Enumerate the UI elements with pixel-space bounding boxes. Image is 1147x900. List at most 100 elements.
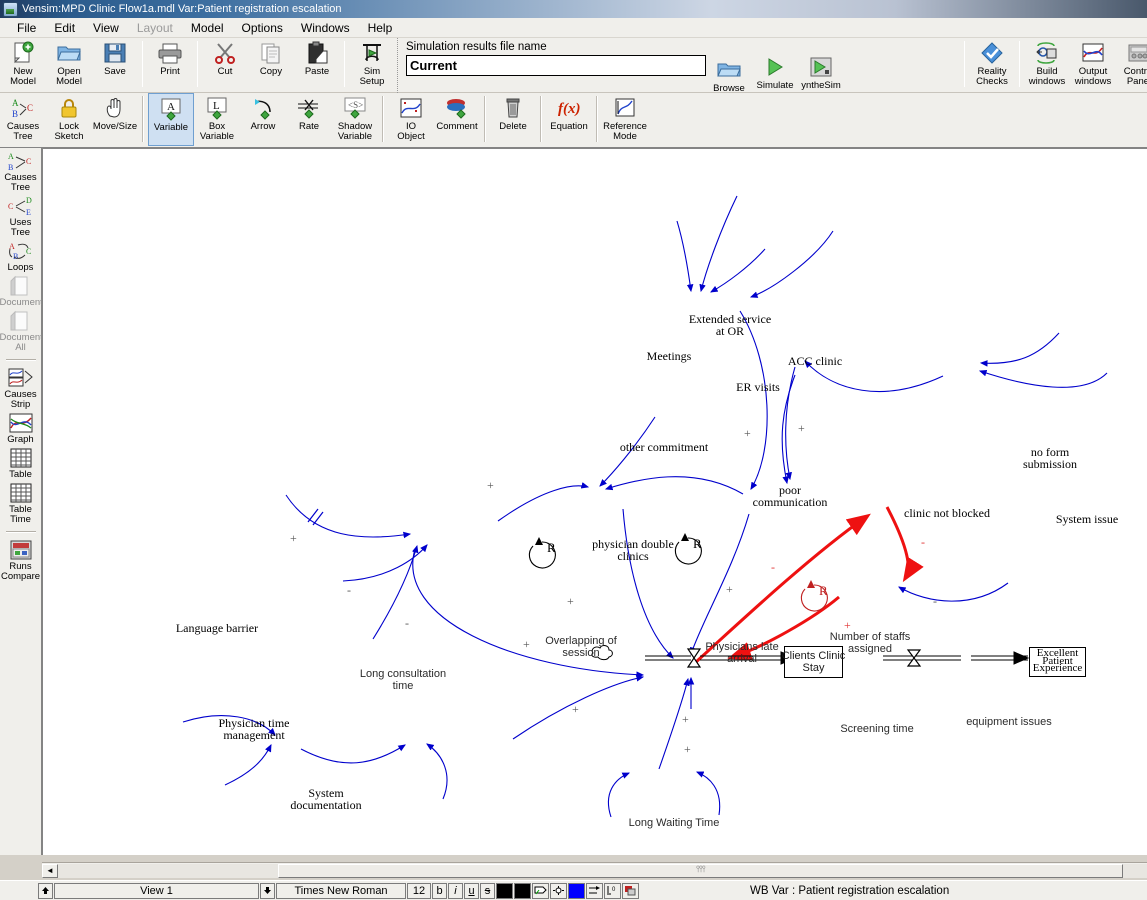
reality-checks-label-1: Reality — [977, 67, 1007, 77]
menu-layout: Layout — [136, 20, 173, 35]
io-object-label-2: Object — [397, 131, 425, 141]
variable-tool-button[interactable]: A Variable — [148, 93, 194, 146]
fx-icon: f(x) — [555, 95, 583, 121]
horizontal-scrollbar[interactable]: ◄ — [42, 862, 1147, 878]
control-panel-icon — [1125, 40, 1147, 66]
lock-sketch-label-2: Sketch — [54, 131, 84, 141]
sidebar-uses-tree-label-1: Uses — [9, 218, 32, 228]
sketch-canvas[interactable]: Extended service at OR Meetings ACC clin… — [42, 148, 1147, 855]
move-size-button[interactable]: Move/Size — [92, 93, 138, 146]
font-size-selector[interactable]: 12 — [407, 882, 431, 899]
arrow-tool-button[interactable]: Arrow — [240, 93, 286, 146]
bold-toggle[interactable]: b — [432, 882, 447, 899]
box-variable-button[interactable]: L Box Variable — [194, 93, 240, 146]
sidebar-item-uses-tree[interactable]: C DE Uses Tree — [0, 194, 42, 238]
sidebar-item-document-all[interactable]: Document All — [0, 309, 42, 353]
lock-sketch-label-1: Lock — [58, 122, 80, 132]
sidebar-document-all-label-1: Document — [0, 333, 42, 343]
loops-icon: ACB — [6, 239, 36, 263]
loop-marker-r1[interactable]: R — [530, 534, 562, 566]
lock-sketch-button[interactable]: Lock Sketch — [46, 93, 92, 146]
simulation-results-input[interactable] — [406, 55, 706, 76]
shadow-variable-button[interactable]: <S> Shadow Variable — [332, 93, 378, 146]
arrow-style-button[interactable] — [550, 882, 567, 899]
sidebar-item-table[interactable]: Table — [0, 446, 42, 480]
graph-icon — [6, 411, 36, 435]
control-panel-button[interactable]: Control Panel — [1116, 38, 1147, 91]
copy-button[interactable]: Copy — [248, 38, 294, 91]
output-windows-button[interactable]: Output windows — [1070, 38, 1116, 91]
sidebar-item-loops[interactable]: ACB Loops — [0, 239, 42, 273]
menu-view[interactable]: View — [84, 19, 128, 37]
strikethrough-toggle[interactable]: s — [480, 882, 495, 899]
sketch-levels-button[interactable] — [622, 882, 639, 899]
underline-toggle[interactable]: u — [464, 882, 479, 899]
open-model-button[interactable]: Open Model — [46, 38, 92, 91]
hand-icon — [101, 95, 129, 121]
sidebar-item-document[interactable]: Document — [0, 274, 42, 308]
sidebar-item-table-time[interactable]: Table Time — [0, 481, 42, 525]
io-object-button[interactable]: IO Object — [388, 93, 434, 146]
scroll-track[interactable] — [58, 863, 1147, 878]
delay-mark — [307, 508, 324, 526]
sim-setup-label-1: Sim — [363, 67, 381, 77]
stock-clients-clinic-stay[interactable]: Clients Clinic Stay — [782, 646, 845, 678]
svg-text:f(x): f(x) — [558, 101, 581, 117]
loop-marker-r3[interactable]: R — [802, 577, 834, 609]
new-model-button[interactable]: New Model — [0, 38, 46, 91]
build-windows-button[interactable]: Build windows — [1024, 38, 1070, 91]
svg-text:C: C — [27, 103, 33, 113]
sim-setup-label-2: Setup — [359, 76, 385, 86]
toolbar-separator-3 — [344, 41, 345, 87]
polarity-sign-16: + — [572, 702, 579, 716]
level-down-button[interactable] — [260, 882, 275, 899]
menu-edit[interactable]: Edit — [45, 19, 84, 37]
equation-button[interactable]: f(x) Equation — [546, 93, 592, 146]
line-width-button[interactable] — [586, 882, 603, 899]
paste-button[interactable]: Paste — [294, 38, 340, 91]
sidebar-item-runs-compare[interactable]: Runs Compare — [0, 538, 42, 582]
menu-windows[interactable]: Windows — [292, 19, 359, 37]
stock-excellent-patient-experience[interactable]: Excellent Patient Experience — [1029, 647, 1086, 677]
reality-checks-button[interactable]: Reality Checks — [969, 38, 1015, 91]
cut-button[interactable]: Cut — [202, 38, 248, 91]
font-selector[interactable]: Times New Roman — [276, 882, 406, 899]
svg-text:A: A — [167, 101, 175, 113]
browse-button[interactable]: Browse — [706, 55, 752, 95]
sketch-separator-1 — [142, 96, 144, 142]
open-model-label-2: Model — [56, 76, 82, 86]
level-up-button[interactable] — [38, 882, 53, 899]
sketch-causes-tree-button[interactable]: ABC Causes Tree — [0, 93, 46, 146]
simulate-label: Simulate — [756, 81, 794, 91]
italic-toggle[interactable]: i — [448, 882, 463, 899]
delete-button[interactable]: Delete — [490, 93, 536, 146]
menu-options[interactable]: Options — [233, 19, 292, 37]
fill-color-swatch[interactable] — [514, 882, 531, 899]
menu-model[interactable]: Model — [182, 19, 233, 37]
print-button[interactable]: Print — [147, 38, 193, 91]
reference-mode-button[interactable]: Reference Mode — [602, 93, 648, 146]
scroll-thumb[interactable] — [278, 863, 1123, 878]
shape-style-button[interactable] — [532, 882, 549, 899]
sidebar-item-causes-strip[interactable]: Causes Strip — [0, 366, 42, 410]
sidebar-item-causes-tree[interactable]: AB C Causes Tree — [0, 149, 42, 193]
save-button[interactable]: Save — [92, 38, 138, 91]
text-color-swatch[interactable] — [496, 882, 513, 899]
polarity-sign-12: - — [921, 535, 925, 549]
menu-file[interactable]: File — [8, 19, 45, 37]
line-color-swatch[interactable] — [568, 882, 585, 899]
variable-A-icon: A — [157, 96, 185, 122]
runs-compare-icon — [6, 538, 36, 562]
polarity-button[interactable]: 0 — [604, 882, 621, 899]
box-variable-label-1: Box — [208, 122, 226, 132]
menu-help[interactable]: Help — [359, 19, 402, 37]
comment-button[interactable]: Comment — [434, 93, 480, 146]
scroll-left-button[interactable]: ◄ — [42, 863, 58, 878]
view-selector[interactable]: View 1 — [54, 882, 259, 899]
loop-marker-r2[interactable]: R — [676, 530, 708, 562]
sim-setup-button[interactable]: Sim Setup — [349, 38, 395, 91]
rate-tool-button[interactable]: Rate — [286, 93, 332, 146]
sidebar-item-graph[interactable]: Graph — [0, 411, 42, 445]
copy-label-1: Copy — [259, 67, 283, 77]
sidebar-causes-tree-label-1: Causes — [4, 173, 37, 183]
